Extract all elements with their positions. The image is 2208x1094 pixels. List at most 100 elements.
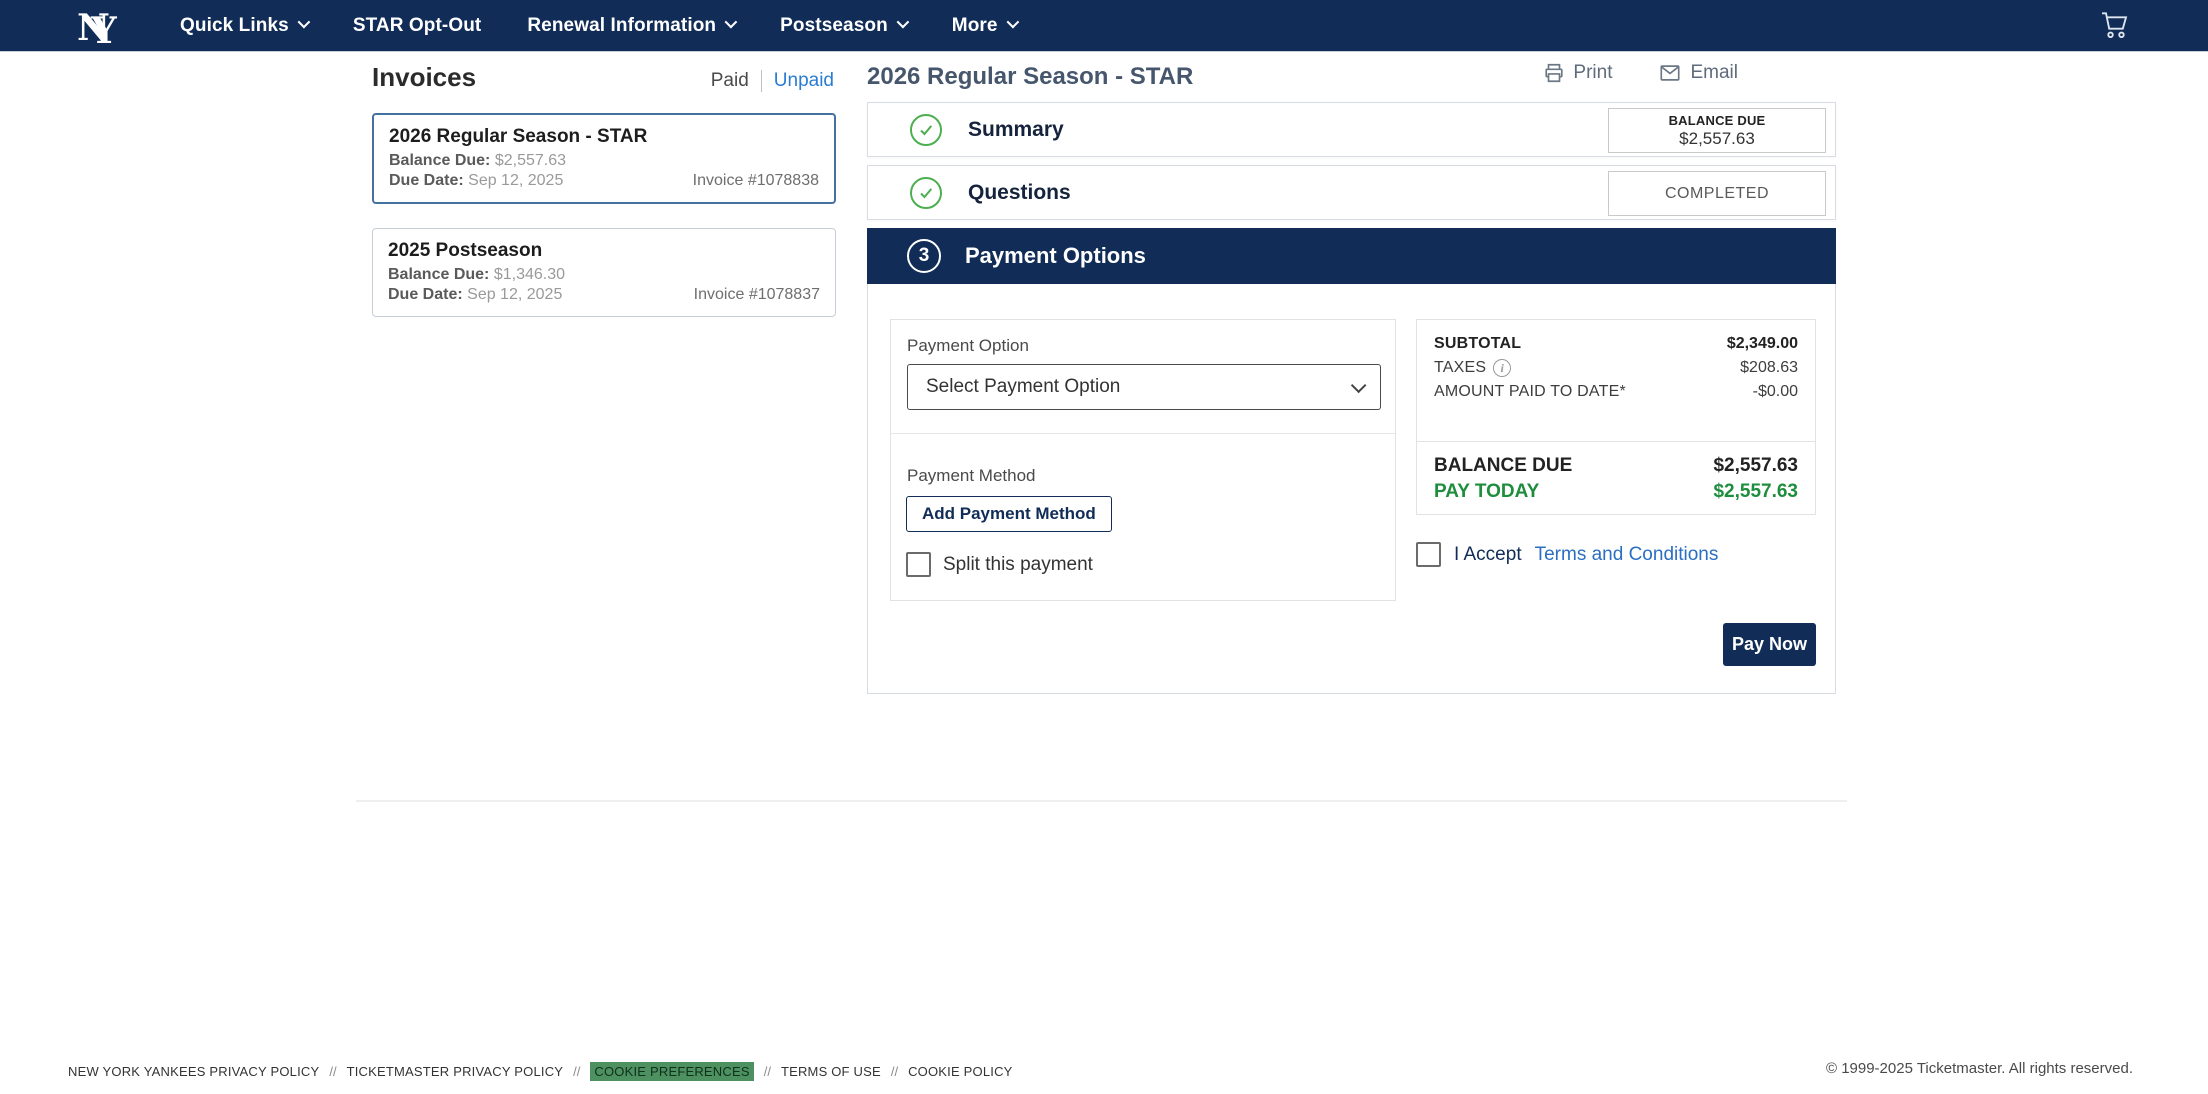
footer: NEW YORK YANKEES PRIVACY POLICY // TICKE… xyxy=(0,1056,2208,1086)
svg-text:Y: Y xyxy=(90,10,118,49)
copyright-text: © 1999-2025 Ticketmaster. All rights res… xyxy=(1826,1060,2133,1077)
invoice-card-2025-postseason[interactable]: 2025 Postseason Balance Due: $1,346.30 D… xyxy=(372,228,836,317)
payment-options-body: Payment Option Select Payment Option Pay… xyxy=(867,284,1836,694)
payment-option-label: Payment Option xyxy=(907,336,1029,356)
print-button[interactable]: Print xyxy=(1543,62,1612,84)
due-value: Sep 12, 2025 xyxy=(468,172,563,189)
subtotal-row: SUBTOTAL $2,349.00 xyxy=(1434,335,1798,353)
order-totals-card: SUBTOTAL $2,349.00 TAXES i $208.63 AMOUN… xyxy=(1416,319,1816,515)
totals-due: BALANCE DUE $2,557.63 PAY TODAY $2,557.6… xyxy=(1434,451,1798,503)
payment-option-select[interactable]: Select Payment Option xyxy=(907,364,1381,410)
chevron-down-icon xyxy=(1006,16,1019,29)
balance-value: $1,346.30 xyxy=(494,266,565,283)
subtotal-label: SUBTOTAL xyxy=(1434,335,1521,353)
accept-label: I Accept xyxy=(1454,544,1522,566)
check-circle-icon xyxy=(910,114,942,146)
footer-link-cookie-preferences[interactable]: COOKIE PREFERENCES xyxy=(590,1062,753,1081)
email-button[interactable]: Email xyxy=(1658,62,1738,84)
nav-item-quick-links[interactable]: Quick Links xyxy=(180,15,307,37)
filter-paid[interactable]: Paid xyxy=(711,70,749,92)
totals-breakdown: SUBTOTAL $2,349.00 TAXES i $208.63 AMOUN… xyxy=(1417,320,1815,401)
invoice-balance-line: Balance Due: $1,346.30 xyxy=(388,266,820,284)
nav-label: Postseason xyxy=(780,15,888,37)
add-payment-method-button[interactable]: Add Payment Method xyxy=(906,496,1112,532)
taxes-label: TAXES i xyxy=(1434,359,1511,377)
footer-link-yankees-privacy[interactable]: NEW YORK YANKEES PRIVACY POLICY xyxy=(68,1064,319,1079)
invoice-balance-line: Balance Due: $2,557.63 xyxy=(389,152,819,170)
pay-now-button[interactable]: Pay Now xyxy=(1723,623,1816,666)
nav-label: Renewal Information xyxy=(527,15,716,37)
check-circle-icon xyxy=(910,177,942,209)
invoice-number: Invoice #1078837 xyxy=(694,286,820,304)
footer-separator: // xyxy=(329,1064,336,1079)
invoices-title: Invoices xyxy=(372,62,476,93)
nav-item-more[interactable]: More xyxy=(952,15,1016,37)
email-icon xyxy=(1658,62,1682,84)
balance-label: Balance Due: xyxy=(389,152,490,169)
step-payment-options-header: 3 Payment Options xyxy=(867,228,1836,284)
amount-paid-value: -$0.00 xyxy=(1753,383,1798,401)
balance-value: $2,557.63 xyxy=(495,152,566,169)
nav-label: STAR Opt-Out xyxy=(353,15,482,37)
balance-due-label: BALANCE DUE xyxy=(1669,113,1766,128)
nav-menu: Quick Links STAR Opt-Out Renewal Informa… xyxy=(180,15,1016,37)
invoice-number: Invoice #1078838 xyxy=(693,172,819,190)
info-icon[interactable]: i xyxy=(1493,359,1511,377)
terms-acceptance-row: I Accept Terms and Conditions xyxy=(1416,542,1718,567)
split-payment-row: Split this payment xyxy=(906,552,1093,577)
balance-label: Balance Due: xyxy=(388,266,489,283)
footer-link-terms-of-use[interactable]: TERMS OF USE xyxy=(781,1064,881,1079)
taxes-value: $208.63 xyxy=(1740,359,1798,377)
nav-label: More xyxy=(952,15,998,37)
invoice-title: 2025 Postseason xyxy=(388,240,820,262)
pay-today-row: PAY TODAY $2,557.63 xyxy=(1434,481,1798,503)
split-payment-checkbox[interactable] xyxy=(906,552,931,577)
chevron-down-icon xyxy=(297,16,310,29)
footer-link-cookie-policy[interactable]: COOKIE POLICY xyxy=(908,1064,1012,1079)
payment-method-label: Payment Method xyxy=(907,466,1036,486)
terms-and-conditions-link[interactable]: Terms and Conditions xyxy=(1535,544,1719,566)
taxes-row: TAXES i $208.63 xyxy=(1434,359,1798,377)
questions-status-box: COMPLETED xyxy=(1608,171,1826,216)
nav-item-star-opt-out[interactable]: STAR Opt-Out xyxy=(353,15,482,37)
invoices-sidebar: Invoices Paid Unpaid 2026 Regular Season… xyxy=(372,62,836,317)
due-value: Sep 12, 2025 xyxy=(467,286,562,303)
footer-link-ticketmaster-privacy[interactable]: TICKETMASTER PRIVACY POLICY xyxy=(347,1064,564,1079)
step-label: Questions xyxy=(968,181,1071,205)
yankees-logo[interactable]: N Y xyxy=(76,3,124,49)
chevron-down-icon xyxy=(725,16,738,29)
due-label: Due Date: xyxy=(388,286,463,303)
footer-separator: // xyxy=(764,1064,771,1079)
amount-paid-label: AMOUNT PAID TO DATE* xyxy=(1434,383,1626,401)
nav-item-postseason[interactable]: Postseason xyxy=(780,15,906,37)
print-icon xyxy=(1543,62,1565,84)
page-title: 2026 Regular Season - STAR xyxy=(867,63,1193,91)
completed-label: COMPLETED xyxy=(1665,185,1769,203)
balance-due-label: BALANCE DUE xyxy=(1434,455,1572,477)
payment-options-title: Payment Options xyxy=(965,243,1146,269)
invoices-header: Invoices Paid Unpaid xyxy=(372,62,836,93)
shopping-cart-icon[interactable] xyxy=(2098,10,2130,42)
due-label: Due Date: xyxy=(389,172,464,189)
step-summary[interactable]: Summary BALANCE DUE $2,557.63 xyxy=(867,102,1836,157)
step-number-icon: 3 xyxy=(907,239,941,273)
balance-due-value: $2,557.63 xyxy=(1679,129,1755,149)
invoice-card-2026-regular-season[interactable]: 2026 Regular Season - STAR Balance Due: … xyxy=(372,113,836,204)
print-label: Print xyxy=(1573,62,1612,84)
split-payment-label: Split this payment xyxy=(943,554,1093,576)
accept-terms-checkbox[interactable] xyxy=(1416,542,1441,567)
nav-item-renewal-information[interactable]: Renewal Information xyxy=(527,15,734,37)
step-questions[interactable]: Questions COMPLETED xyxy=(867,165,1836,220)
yankees-ny-icon: N Y xyxy=(76,3,124,49)
divider xyxy=(891,433,1395,434)
payment-selection-card: Payment Option Select Payment Option Pay… xyxy=(890,319,1396,601)
amount-paid-row: AMOUNT PAID TO DATE* -$0.00 xyxy=(1434,383,1798,401)
top-navigation-bar: N Y Quick Links STAR Opt-Out Renewal Inf… xyxy=(0,0,2208,52)
content-divider xyxy=(356,800,1847,802)
filter-unpaid[interactable]: Unpaid xyxy=(774,70,834,92)
subtotal-value: $2,349.00 xyxy=(1727,335,1798,353)
invoice-detail-header: 2026 Regular Season - STAR Print Email xyxy=(867,60,1836,94)
taxes-text: TAXES xyxy=(1434,359,1486,377)
nav-label: Quick Links xyxy=(180,15,289,37)
email-label: Email xyxy=(1690,62,1738,84)
